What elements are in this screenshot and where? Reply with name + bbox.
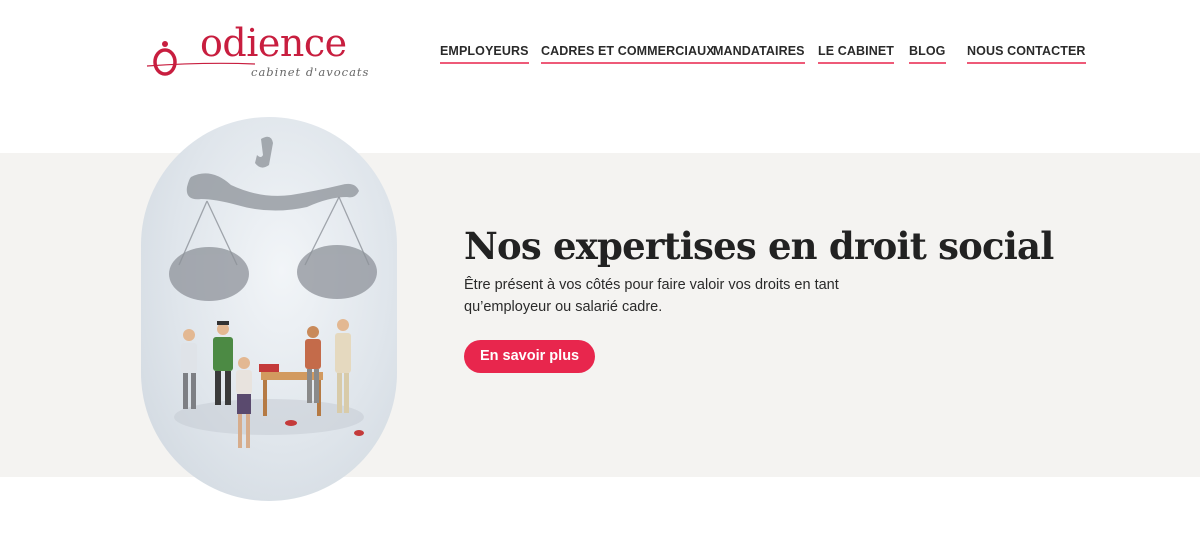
scales-of-justice-illustration (169, 136, 377, 448)
site-header: odience cabinet d'avocats EMPLOYEURS CAD… (0, 0, 1200, 100)
nav-item-nous-contacter[interactable]: NOUS CONTACTER (967, 44, 1086, 64)
en-savoir-plus-button[interactable]: En savoir plus (464, 340, 596, 373)
main-nav: EMPLOYEURS CADRES ET COMMERCIAUX MANDATA… (0, 44, 1200, 68)
nav-item-employeurs[interactable]: EMPLOYEURS (440, 44, 529, 64)
nav-item-le-cabinet[interactable]: LE CABINET (818, 44, 894, 64)
hero-title: Nos expertises en droit social (464, 224, 1054, 268)
nav-item-mandataires[interactable]: MANDATAIRES (713, 44, 805, 64)
hero-description: Être présent à vos côtés pour faire valo… (464, 277, 839, 315)
nav-item-blog[interactable]: BLOG (909, 44, 946, 64)
hero-image (141, 117, 397, 501)
nav-item-cadres-commerciaux[interactable]: CADRES ET COMMERCIAUX (541, 44, 715, 64)
